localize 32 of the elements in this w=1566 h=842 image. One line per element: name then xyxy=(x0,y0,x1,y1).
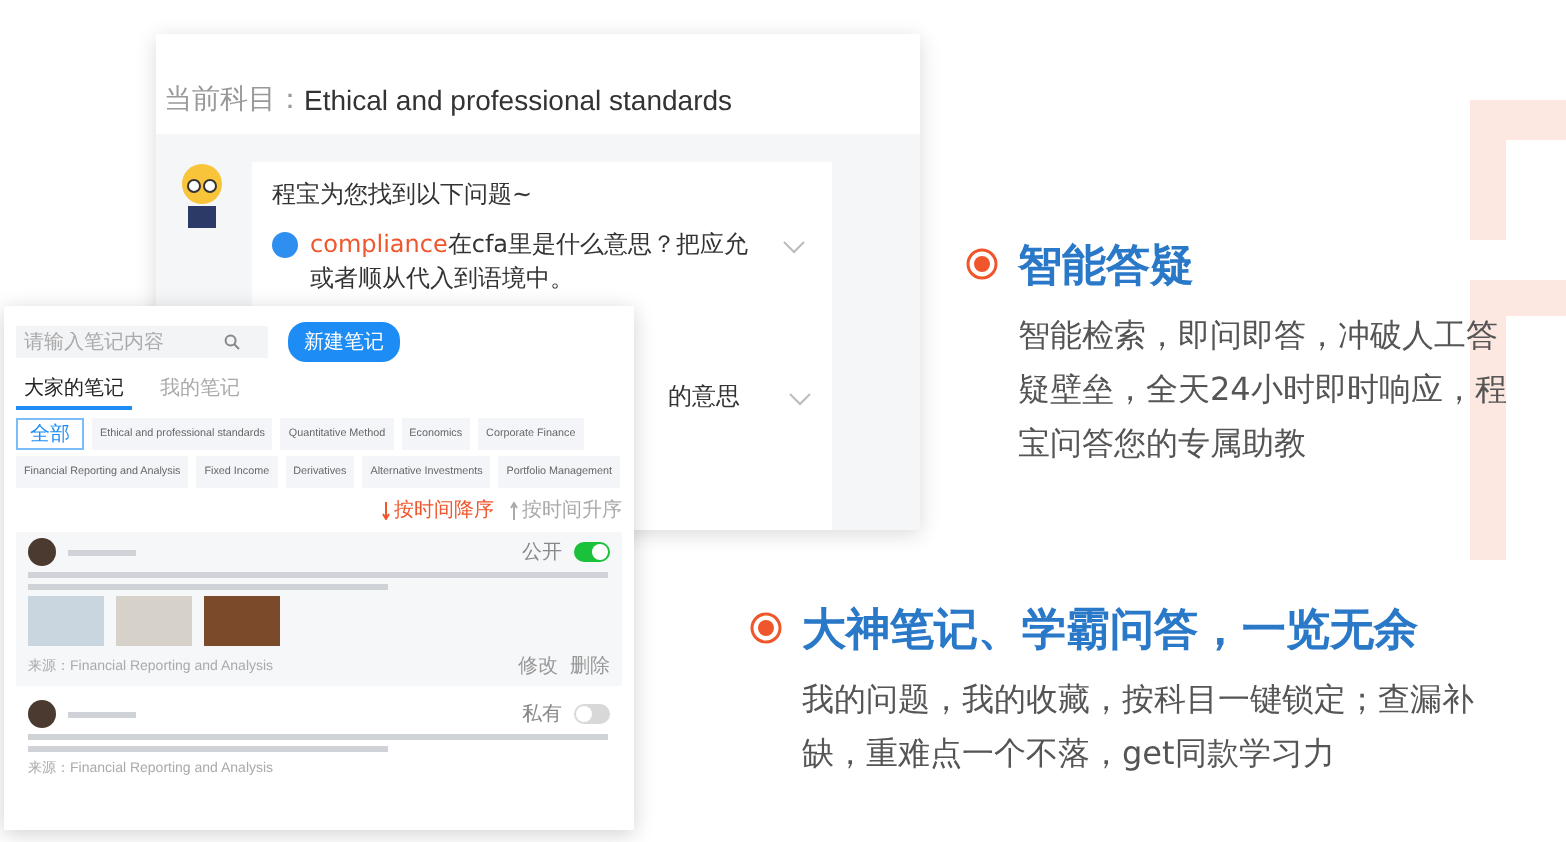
subject-label: 当前科目： xyxy=(164,82,304,118)
question-icon xyxy=(272,232,298,258)
arrow-down-icon xyxy=(382,501,390,519)
question-link[interactable]: compliance在cfa里是什么意思？把应允或者顺从代入到语境中。 xyxy=(310,228,770,296)
user-avatar xyxy=(28,700,56,728)
photo-placeholder xyxy=(204,596,280,646)
photo-placeholder xyxy=(28,596,104,646)
chevron-down-icon[interactable] xyxy=(782,240,806,256)
feature-title: 智能答疑 xyxy=(1018,240,1196,296)
search-icon xyxy=(224,334,240,350)
feature-text: 我的问题，我的收藏，按科目一键锁定；查漏补缺，重难点一个不落，get同款学习力 xyxy=(802,678,1476,776)
photo-placeholder xyxy=(116,596,192,646)
arrow-up-icon xyxy=(510,501,518,519)
notes-tab[interactable]: 大家的笔记 xyxy=(16,370,132,410)
feature-text: 智能检索，即问即答，冲破人工答疑壁垒，全天24小时即时响应，程宝问答您的专属助教 xyxy=(1018,314,1509,466)
bullet-icon xyxy=(750,612,782,644)
subject-name: Ethical and professional standards xyxy=(304,84,733,116)
bullet-icon xyxy=(966,248,998,280)
visibility-label: 私有 xyxy=(522,702,562,728)
user-name-line xyxy=(68,711,136,717)
new-note-button[interactable]: 新建笔记 xyxy=(288,322,400,362)
visibility-label: 公开 xyxy=(522,540,562,566)
bot-message: 程宝为您找到以下问题~ xyxy=(272,178,535,212)
feature-title: 大神笔记、学霸问答，一览无余 xyxy=(802,604,1420,660)
visibility-toggle[interactable] xyxy=(574,542,610,562)
chevron-down-icon[interactable] xyxy=(788,392,812,408)
sort-button[interactable]: 按时间降序 xyxy=(382,496,494,524)
visibility-toggle[interactable] xyxy=(574,704,610,724)
user-name-line xyxy=(68,549,136,555)
question-link[interactable]: 的意思 xyxy=(668,380,740,414)
user-avatar xyxy=(28,538,56,566)
subject-chip[interactable]: 全部 xyxy=(16,418,84,450)
